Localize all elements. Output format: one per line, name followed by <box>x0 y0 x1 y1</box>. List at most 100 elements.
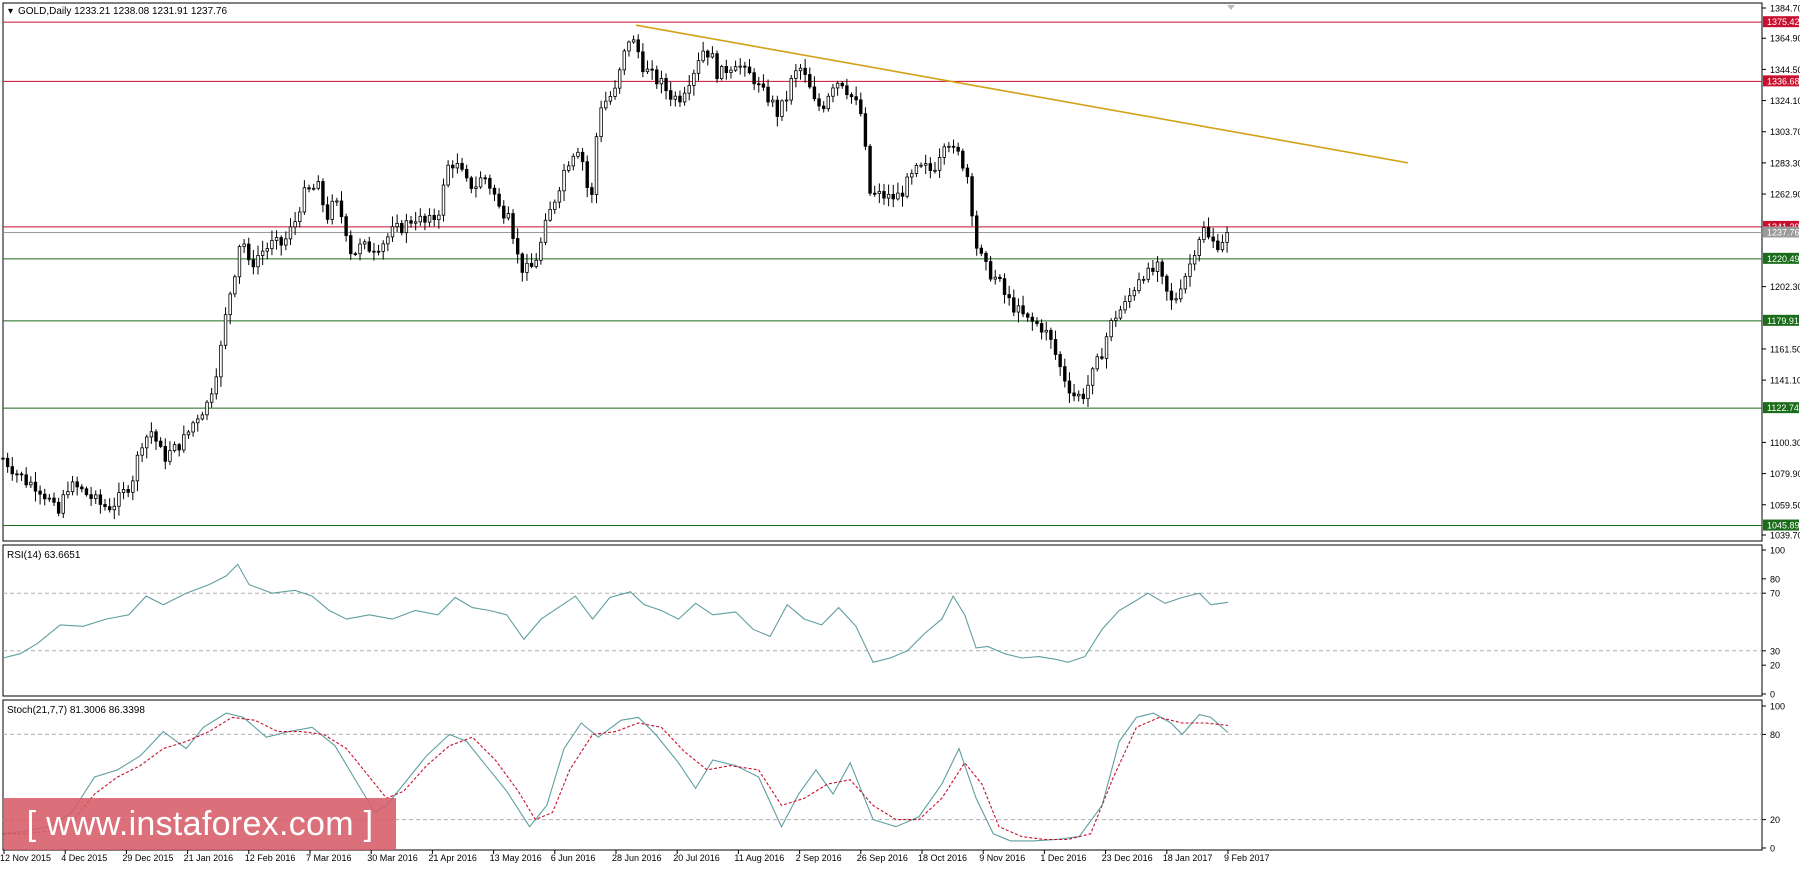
candle-body <box>539 241 543 261</box>
candle-body <box>752 72 756 85</box>
chart-title: GOLD,Daily 1233.21 1238.08 1231.91 1237.… <box>18 6 227 17</box>
candle-body <box>149 431 154 438</box>
candle-body <box>659 78 664 85</box>
candle-body <box>1114 317 1118 321</box>
level-tag-label: 1045.89 <box>1767 521 1800 531</box>
candle-body <box>427 214 432 223</box>
date-tick-label: 12 Feb 2016 <box>245 853 296 863</box>
candle-body <box>1030 316 1035 322</box>
candle-body <box>877 191 882 194</box>
candle-body <box>682 92 687 103</box>
candle-body <box>460 162 464 170</box>
candle-body <box>617 69 622 89</box>
candle-body <box>812 86 817 100</box>
candle-body <box>1058 354 1062 368</box>
candle-body <box>687 85 691 94</box>
candle-body <box>390 226 395 238</box>
candle-body <box>1160 261 1164 277</box>
candle-body <box>590 187 594 195</box>
candle-body <box>1067 380 1072 394</box>
candle-body <box>738 65 742 68</box>
candle-body <box>998 276 1002 280</box>
date-tick-label: 28 Jun 2016 <box>612 853 662 863</box>
candle-body <box>1012 297 1016 313</box>
candle-body <box>664 78 668 92</box>
candle-body <box>237 246 242 278</box>
date-tick-label: 2 Sep 2016 <box>796 853 842 863</box>
candle-body <box>1072 392 1076 397</box>
candle-body <box>604 100 608 109</box>
chart-title-arrow-icon[interactable]: ▾ <box>8 6 13 17</box>
candle-body <box>910 173 914 178</box>
stoch-tick-label: 100 <box>1770 702 1785 712</box>
candle-body <box>145 436 149 449</box>
candle-body <box>339 200 344 218</box>
level-tag-label: 1220.49 <box>1767 254 1800 264</box>
candle-body <box>1183 275 1188 290</box>
candle-body <box>534 259 538 267</box>
candle-body <box>585 161 589 188</box>
date-tick-label: 21 Apr 2016 <box>428 853 477 863</box>
candle-body <box>94 494 98 499</box>
rsi-title: RSI(14) 63.6651 <box>7 550 81 561</box>
candle-body <box>641 51 645 73</box>
candle-body <box>1077 393 1081 397</box>
candle-body <box>1 457 5 460</box>
candle-body <box>441 184 446 216</box>
candle-body <box>1146 267 1150 280</box>
candle-body <box>947 145 951 148</box>
candle-body <box>599 107 603 138</box>
candle-body <box>891 193 895 200</box>
date-tick-label: 1 Dec 2016 <box>1040 853 1086 863</box>
level-tag-label: 1179.91 <box>1767 316 1799 326</box>
candle-body <box>112 505 116 511</box>
candle-body <box>733 66 738 71</box>
candle-body <box>1095 356 1099 370</box>
candle-body <box>1137 279 1141 292</box>
candle-body <box>1179 288 1183 300</box>
watermark: [ www.instaforex.com ] <box>4 798 396 850</box>
candle-body <box>951 145 956 148</box>
candle-body <box>1174 298 1178 301</box>
date-tick-label: 21 Jan 2016 <box>184 853 234 863</box>
candle-body <box>126 489 130 493</box>
date-tick-label: 7 Mar 2016 <box>306 853 352 863</box>
candle-body <box>747 66 752 74</box>
candle-body <box>914 165 919 174</box>
candle-body <box>636 39 640 53</box>
candle-body <box>942 146 946 158</box>
candle-body <box>311 187 316 190</box>
candle-body <box>478 177 483 188</box>
candle-body <box>1202 227 1206 241</box>
candle-body <box>650 68 654 71</box>
candle-body <box>849 94 854 98</box>
candle-body <box>335 200 339 203</box>
candle-body <box>706 50 710 58</box>
candle-body <box>186 431 191 436</box>
candle-body <box>775 99 780 117</box>
candle-body <box>993 276 997 280</box>
candle-body <box>794 70 798 79</box>
candle-body <box>1035 320 1039 324</box>
candle-body <box>19 473 24 476</box>
candle-body <box>423 215 427 223</box>
rsi-tick-label: 20 <box>1770 661 1780 671</box>
candle-body <box>1081 393 1086 400</box>
candle-body <box>1109 320 1113 338</box>
candle-body <box>766 86 770 103</box>
candle-body <box>260 250 265 256</box>
candle-body <box>242 243 246 247</box>
date-tick-label: 18 Jan 2017 <box>1163 853 1213 863</box>
candle-body <box>446 164 450 186</box>
candle-body <box>580 151 585 163</box>
candle-body <box>562 170 566 192</box>
candle-body <box>1169 290 1174 301</box>
candle-body <box>154 431 158 442</box>
candle-body <box>24 474 28 486</box>
candle-body <box>608 96 613 102</box>
candle-body <box>557 190 562 203</box>
candle-body <box>1206 227 1211 238</box>
candle-body <box>279 237 283 246</box>
price-tick-label: 1384.70 <box>1770 4 1800 14</box>
candle-body <box>543 219 548 243</box>
